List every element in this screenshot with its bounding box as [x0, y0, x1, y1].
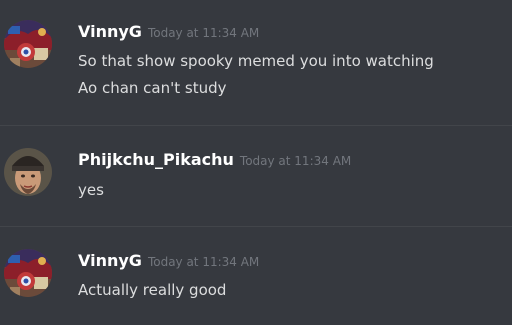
- message-text: Ao chan can't study: [78, 79, 227, 97]
- message-group: VinnyG Today at 11:34 AM So that show spo…: [0, 0, 512, 125]
- message-text: yes: [78, 181, 104, 199]
- anime-character-avatar-icon: [4, 20, 52, 68]
- avatar[interactable]: [4, 249, 52, 297]
- message-text: Actually really good: [78, 281, 227, 299]
- message-text: So that show spooky memed you into watch…: [78, 52, 434, 70]
- timestamp: Today at 11:34 AM: [147, 255, 260, 269]
- username-text[interactable]: Phijkchu_Pikachu: [78, 150, 234, 169]
- username[interactable]: VinnyG Today at 11:34 AM: [78, 251, 259, 270]
- timestamp: Today at 11:34 AM: [147, 26, 260, 40]
- username-text[interactable]: VinnyG: [78, 22, 142, 41]
- man-with-beanie-avatar-icon: [4, 148, 52, 196]
- avatar[interactable]: [4, 148, 52, 196]
- timestamp: Today at 11:34 AM: [239, 154, 352, 168]
- username-text[interactable]: VinnyG: [78, 251, 142, 270]
- avatar[interactable]: [4, 20, 52, 68]
- message-group: Phijkchu_Pikachu Today at 11:34 AM yes: [0, 126, 512, 226]
- message-group: VinnyG Today at 11:34 AM Actually really …: [0, 227, 512, 325]
- username[interactable]: VinnyG Today at 11:34 AM: [78, 22, 259, 41]
- username[interactable]: Phijkchu_Pikachu Today at 11:34 AM: [78, 150, 351, 169]
- anime-character-avatar-icon: [4, 249, 52, 297]
